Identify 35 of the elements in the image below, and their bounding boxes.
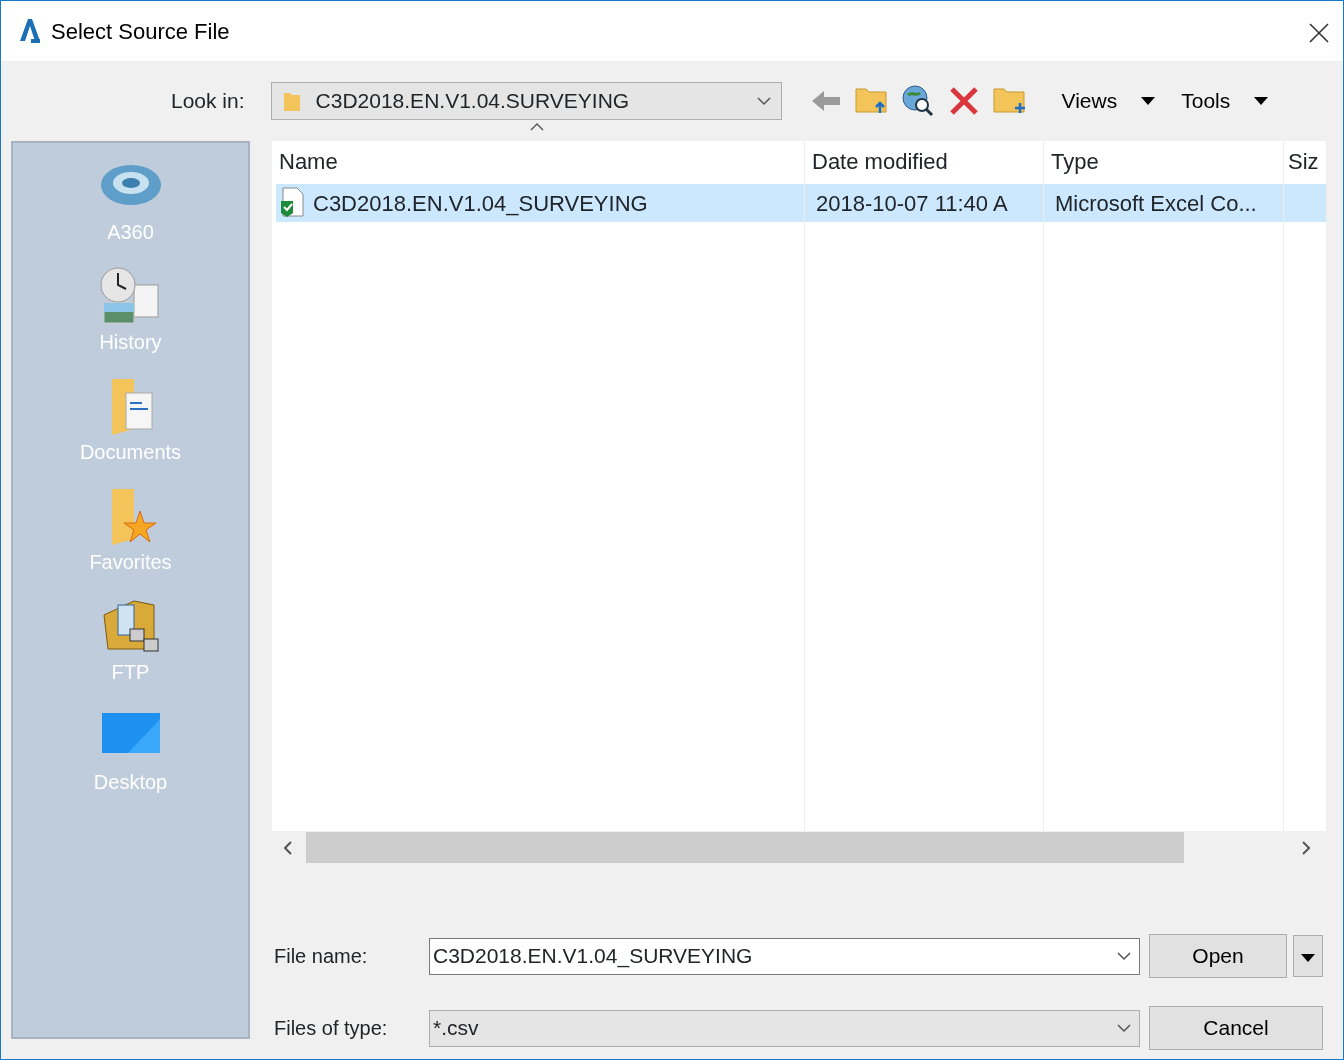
- chevron-down-icon: [1117, 951, 1131, 961]
- chevron-down-icon: [1117, 1023, 1131, 1033]
- globe-search-icon: [899, 83, 936, 119]
- open-menu-button[interactable]: [1293, 935, 1323, 977]
- scrollbar-thumb[interactable]: [306, 832, 1184, 863]
- file-name-field[interactable]: C3D2018.EN.V1.04_SURVEYING: [429, 937, 1140, 975]
- file-row[interactable]: C3D2018.EN.V1.04_SURVEYING 2018-10-07 11:40 A Microsoft Excel Co...: [276, 184, 1326, 222]
- spreadsheet-file-icon: [279, 187, 305, 219]
- open-button[interactable]: Open: [1149, 934, 1287, 978]
- table-cell: 2018-10-07 11:40 A: [816, 190, 1008, 216]
- views-button[interactable]: Views: [1061, 85, 1156, 117]
- window-title: Select Source File: [51, 17, 231, 46]
- close-icon: [1309, 22, 1329, 43]
- look-in-label: Look in:: [171, 88, 245, 115]
- file-type-dropdown[interactable]: *.csv: [429, 1009, 1140, 1047]
- caret-icon: [1141, 97, 1156, 105]
- tools-button[interactable]: Tools: [1181, 85, 1269, 117]
- cancel-button[interactable]: Cancel: [1149, 1006, 1323, 1050]
- column-header[interactable]: Date modified: [804, 145, 1043, 178]
- table-cell-text: C3D2018.EN.V1.04_SURVEYING: [313, 189, 648, 218]
- scroll-left-icon: [284, 840, 292, 855]
- app-logo-icon: [17, 17, 43, 45]
- sort-caret-icon: [530, 123, 544, 131]
- column-header[interactable]: Name: [272, 145, 804, 178]
- caret-icon: [1301, 953, 1315, 962]
- globe-search-button[interactable]: [899, 83, 936, 119]
- file-type-label: Files of type:: [273, 1016, 389, 1041]
- scroll-right-icon: [1302, 840, 1310, 855]
- column-header[interactable]: Type: [1043, 145, 1283, 178]
- look-in-dropdown[interactable]: C3D2018.EN.V1.04.SURVEYING: [270, 82, 782, 120]
- column-header[interactable]: Siz: [1283, 145, 1326, 178]
- caret-icon: [1254, 97, 1269, 105]
- file-name-label: File name:: [273, 944, 369, 969]
- table-cell: Microsoft Excel Co...: [1055, 190, 1257, 216]
- chevron-down-icon: [756, 96, 771, 106]
